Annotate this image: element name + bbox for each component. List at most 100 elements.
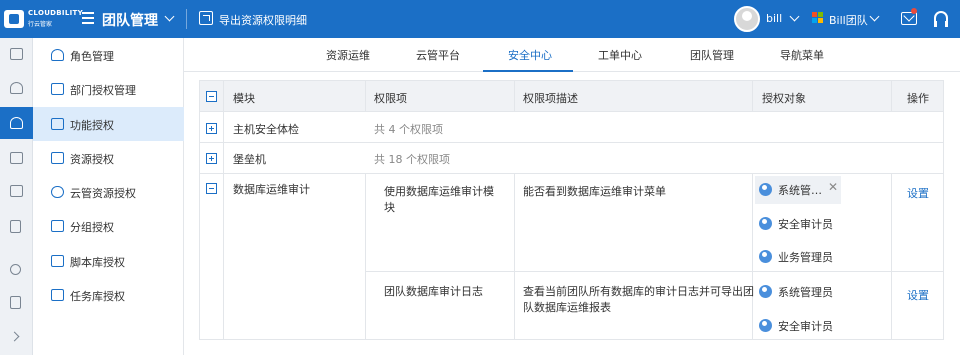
user-icon (759, 250, 772, 263)
rail-users-icon[interactable] (0, 72, 33, 104)
tab-navigation-menu[interactable]: 导航菜单 (780, 47, 824, 63)
sidebar-item-script[interactable]: 脚本库授权 (33, 244, 184, 278)
permission-summary: 共 18 个权限项 (374, 153, 450, 166)
notification-dot (911, 8, 917, 14)
export-permissions-button[interactable]: 导出资源权限明细 (219, 12, 307, 28)
rail-mail-icon[interactable] (0, 175, 33, 207)
user-icon (759, 285, 772, 298)
role-icon (51, 49, 64, 61)
top-bar: CLOUDBILITY 行云管家 团队管理 导出资源权限明细 bill Bill… (0, 0, 960, 38)
user-name[interactable]: bill (766, 12, 782, 25)
tab-cloud-platform[interactable]: 云管平台 (416, 47, 460, 63)
tab-team-management[interactable]: 团队管理 (690, 47, 734, 63)
team-icon (812, 12, 824, 24)
sidebar-item-label: 功能授权 (70, 119, 114, 132)
grid-line (365, 173, 366, 339)
module-name: 主机安全体检 (233, 123, 299, 136)
rail-server-settings-icon[interactable] (0, 142, 33, 174)
script-icon (51, 255, 64, 267)
grantee-name[interactable]: 安全审计员 (778, 318, 833, 334)
column-header-action: 操作 (907, 92, 929, 105)
brand-logo[interactable]: CLOUDBILITY 行云管家 (4, 8, 83, 30)
grid-line (365, 81, 366, 112)
permission-name-wrap: 块 (384, 201, 395, 214)
sidebar-item-label: 云管资源授权 (70, 187, 136, 200)
permission-summary: 共 4 个权限项 (374, 123, 443, 136)
menu-icon[interactable] (82, 12, 94, 24)
brand-name: CLOUDBILITY (28, 9, 83, 17)
sidebar-item-task[interactable]: 任务库授权 (33, 278, 184, 312)
sidebar-item-department[interactable]: 部门授权管理 (33, 72, 184, 106)
rail-user-permission-icon[interactable] (0, 107, 33, 139)
grantee-name[interactable]: 系统管… (778, 182, 822, 198)
collapse-row-icon[interactable] (206, 183, 217, 194)
settings-link[interactable]: 设置 (907, 287, 929, 303)
user-menu-chevron-icon[interactable] (789, 11, 800, 22)
group-icon (51, 220, 64, 232)
row-divider (200, 173, 943, 174)
user-icon (759, 217, 772, 230)
sidebar-item-roles[interactable]: 角色管理 (33, 38, 184, 72)
expand-row-icon[interactable] (206, 123, 217, 134)
permission-name: 团队数据库审计日志 (384, 285, 483, 298)
permission-description: 查看当前团队所有数据库的审计日志并可导出团 (523, 285, 754, 298)
avatar[interactable] (734, 6, 760, 32)
sidebar-item-function[interactable]: 功能授权 (33, 107, 184, 141)
rail-book-icon[interactable] (0, 210, 33, 242)
tab-ticket-center[interactable]: 工单中心 (598, 47, 642, 63)
headset-icon[interactable] (934, 11, 948, 27)
task-icon (51, 289, 64, 301)
department-icon (51, 83, 64, 95)
tab-resource-ops[interactable]: 资源运维 (326, 47, 370, 63)
module-name: 数据库运维审计 (233, 183, 310, 196)
sidebar-item-label: 任务库授权 (70, 290, 125, 303)
collapse-all-icon[interactable] (206, 91, 217, 102)
expand-row-icon[interactable] (206, 153, 217, 164)
team-menu-chevron-icon[interactable] (869, 11, 880, 22)
grantee-name[interactable]: 业务管理员 (778, 249, 833, 265)
tab-security-center[interactable]: 安全中心 (508, 47, 552, 63)
column-header-permission: 权限项 (374, 92, 407, 105)
rail-document-icon[interactable] (0, 38, 33, 70)
monitor-icon (51, 152, 64, 164)
grid-line (752, 81, 753, 112)
sidebar: 角色管理 部门授权管理 功能授权 资源授权 云管资源授权 分组授权 脚本库授权 … (33, 38, 184, 355)
sidebar-item-label: 角色管理 (70, 50, 114, 63)
sidebar-item-label: 脚本库授权 (70, 256, 125, 269)
team-switcher[interactable]: Bill团队 (829, 12, 868, 28)
permission-name: 使用数据库运维审计模 (384, 185, 494, 198)
grid-line (223, 81, 224, 339)
grid-line (891, 173, 892, 339)
category-tabs: 资源运维 云管平台 安全中心 工单中心 团队管理 导航菜单 (184, 38, 960, 72)
grid-line (514, 81, 515, 112)
grid-line (514, 173, 515, 339)
rail-search-icon[interactable] (0, 254, 33, 286)
sidebar-item-label: 部门授权管理 (70, 84, 136, 97)
function-icon (51, 118, 64, 130)
row-divider (365, 271, 943, 272)
permission-description-wrap: 队数据库运维报表 (523, 301, 611, 314)
export-icon[interactable] (199, 11, 213, 25)
sidebar-item-label: 分组授权 (70, 221, 114, 234)
sidebar-item-resources[interactable]: 资源授权 (33, 141, 184, 175)
icon-rail (0, 38, 33, 355)
sidebar-item-group[interactable]: 分组授权 (33, 209, 184, 243)
remove-grantee-icon[interactable]: ✕ (828, 180, 838, 194)
page-title[interactable]: 团队管理 (102, 10, 158, 30)
sidebar-item-label: 资源授权 (70, 153, 114, 166)
settings-link[interactable]: 设置 (907, 185, 929, 201)
sidebar-item-cloud[interactable]: 云管资源授权 (33, 175, 184, 209)
module-name: 堡垒机 (233, 153, 266, 166)
grid-line (752, 173, 753, 339)
brand-subtitle: 行云管家 (28, 21, 53, 28)
chevron-down-icon[interactable] (164, 11, 175, 22)
column-header-grantee: 授权对象 (762, 92, 806, 105)
divider (186, 9, 187, 29)
rail-expand-icon[interactable] (0, 321, 33, 353)
permissions-table: 模块 权限项 权限项描述 授权对象 操作 主机安全体检 共 4 个权限项 堡垒机… (199, 80, 944, 340)
grantee-name[interactable]: 系统管理员 (778, 284, 833, 300)
column-header-module: 模块 (233, 92, 255, 105)
grantee-name[interactable]: 安全审计员 (778, 216, 833, 232)
rail-clipboard-icon[interactable] (0, 286, 33, 318)
active-tab-indicator (483, 70, 573, 72)
